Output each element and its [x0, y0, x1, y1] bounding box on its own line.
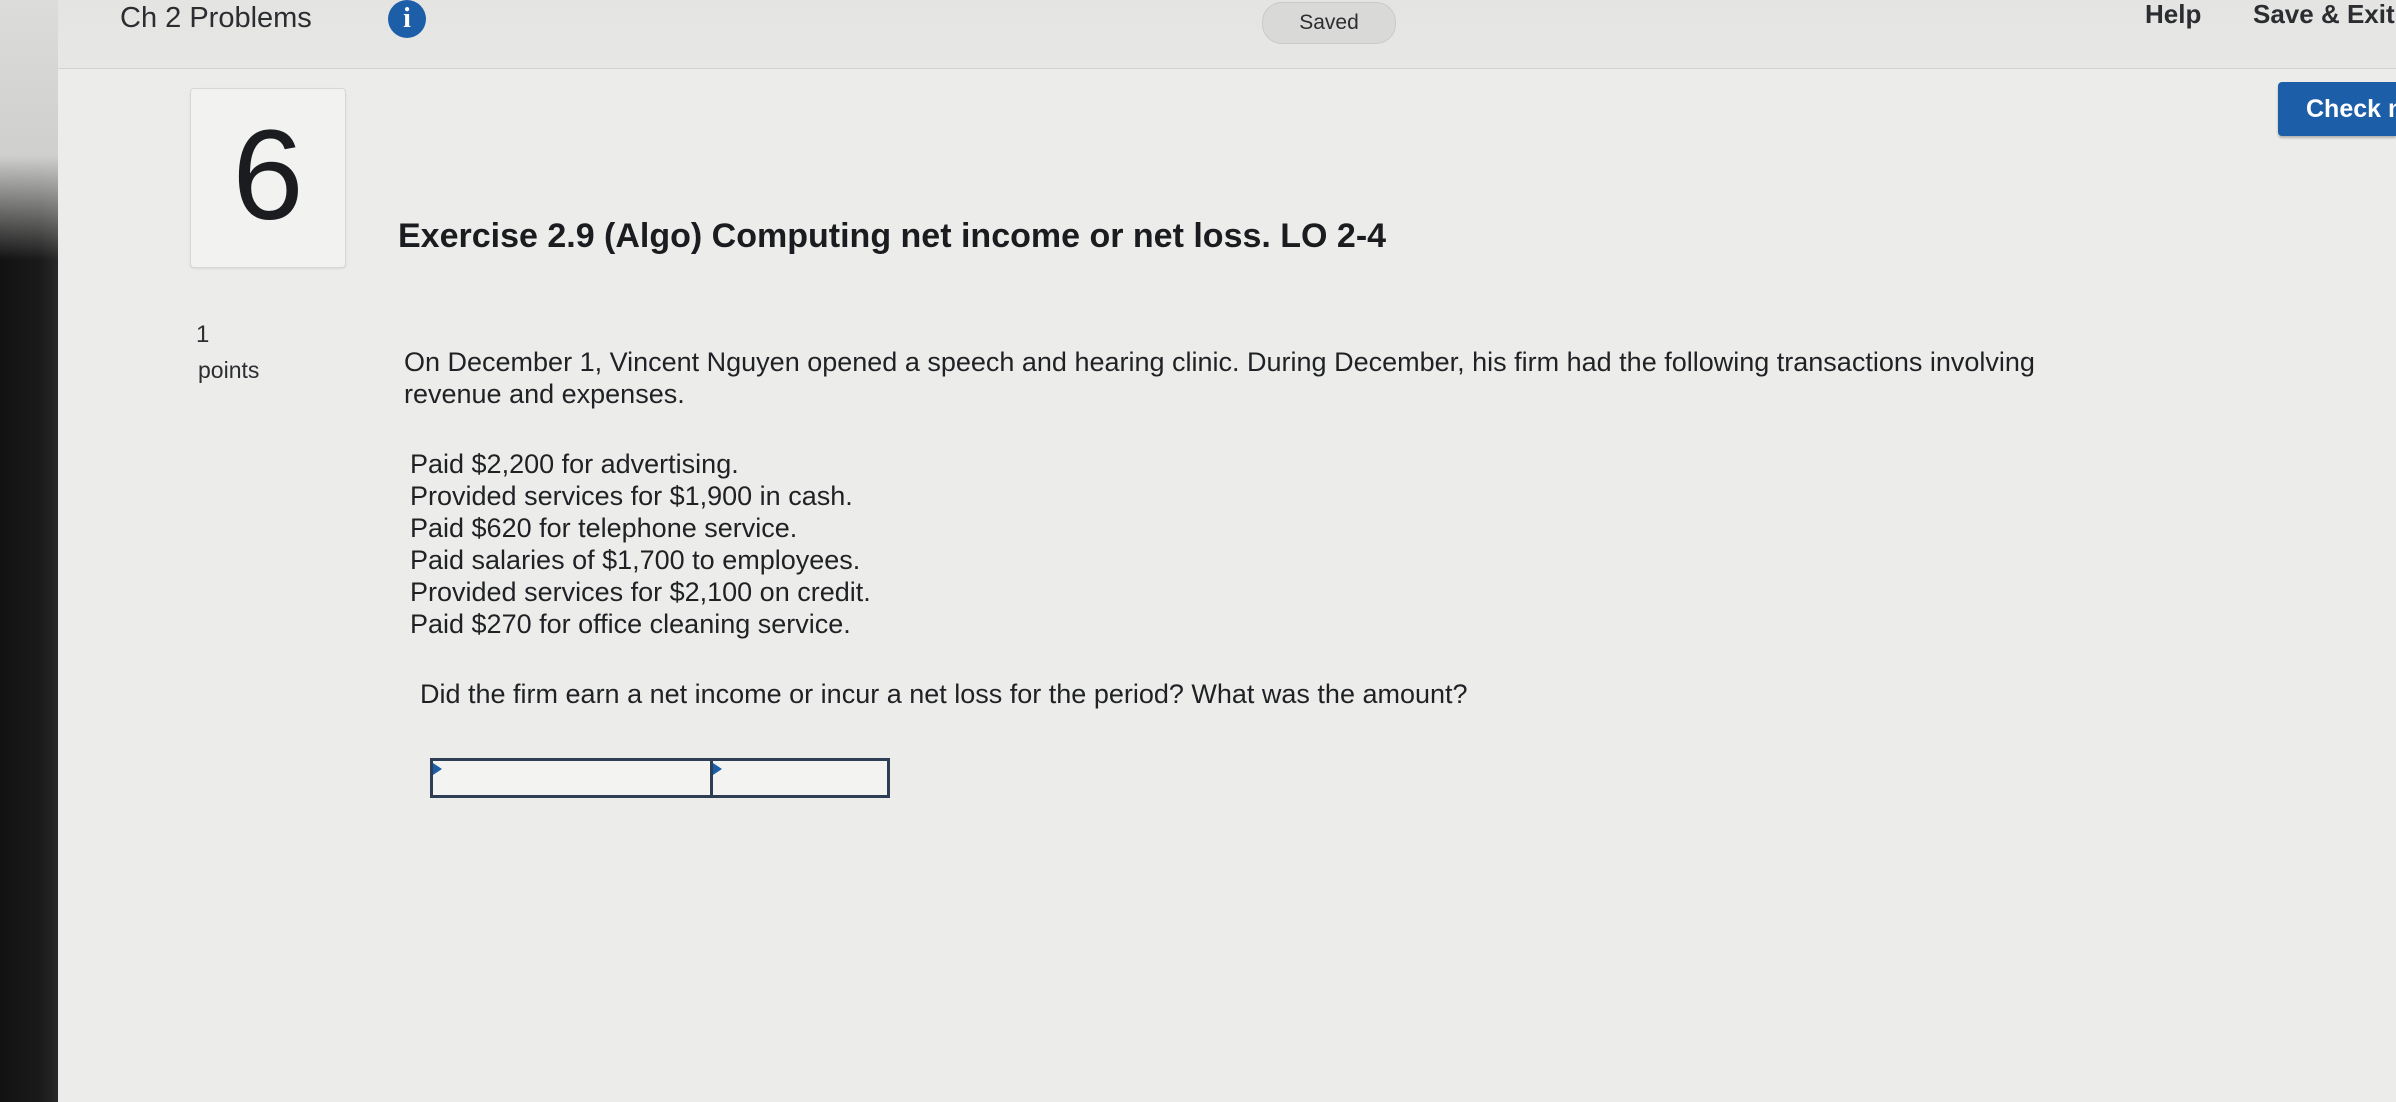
info-icon[interactable]: i: [388, 0, 426, 38]
question-text: Did the firm earn a net income or incur …: [420, 679, 1468, 709]
saved-status-badge: Saved: [1262, 2, 1396, 44]
net-income-loss-dropdown[interactable]: [433, 761, 713, 795]
points-value: 1: [196, 321, 210, 348]
help-button[interactable]: Help: [2145, 0, 2201, 28]
input-flag-icon: [713, 763, 722, 775]
transaction-item: Paid $2,200 for advertising.: [410, 449, 739, 479]
save-exit-button[interactable]: Save & Exit: [2253, 0, 2395, 28]
check-my-work-button[interactable]: Check my work: [2278, 82, 2396, 136]
answer-row: [430, 758, 890, 798]
transaction-item: Provided services for $2,100 on credit.: [410, 577, 871, 607]
screen-bezel-glare: [0, 0, 58, 260]
amount-input[interactable]: [713, 761, 887, 795]
points-label: points: [198, 357, 260, 383]
transaction-item: Paid salaries of $1,700 to employees.: [410, 545, 861, 575]
transaction-item: Provided services for $1,900 in cash.: [410, 481, 853, 511]
question-number-card: 6: [190, 88, 346, 268]
transaction-item: Paid $620 for telephone service.: [410, 513, 798, 543]
transaction-list: Paid $2,200 for advertising. Provided se…: [410, 448, 871, 640]
question-prompt: On December 1, Vincent Nguyen opened a s…: [404, 347, 2035, 409]
assignment-title: Ch 2 Problems: [120, 2, 312, 34]
question-heading: Exercise 2.9 (Algo) Computing net income…: [398, 217, 1387, 255]
dropdown-flag-icon: [433, 763, 442, 775]
transaction-item: Paid $270 for office cleaning service.: [410, 609, 851, 639]
question-number: 6: [232, 104, 304, 247]
